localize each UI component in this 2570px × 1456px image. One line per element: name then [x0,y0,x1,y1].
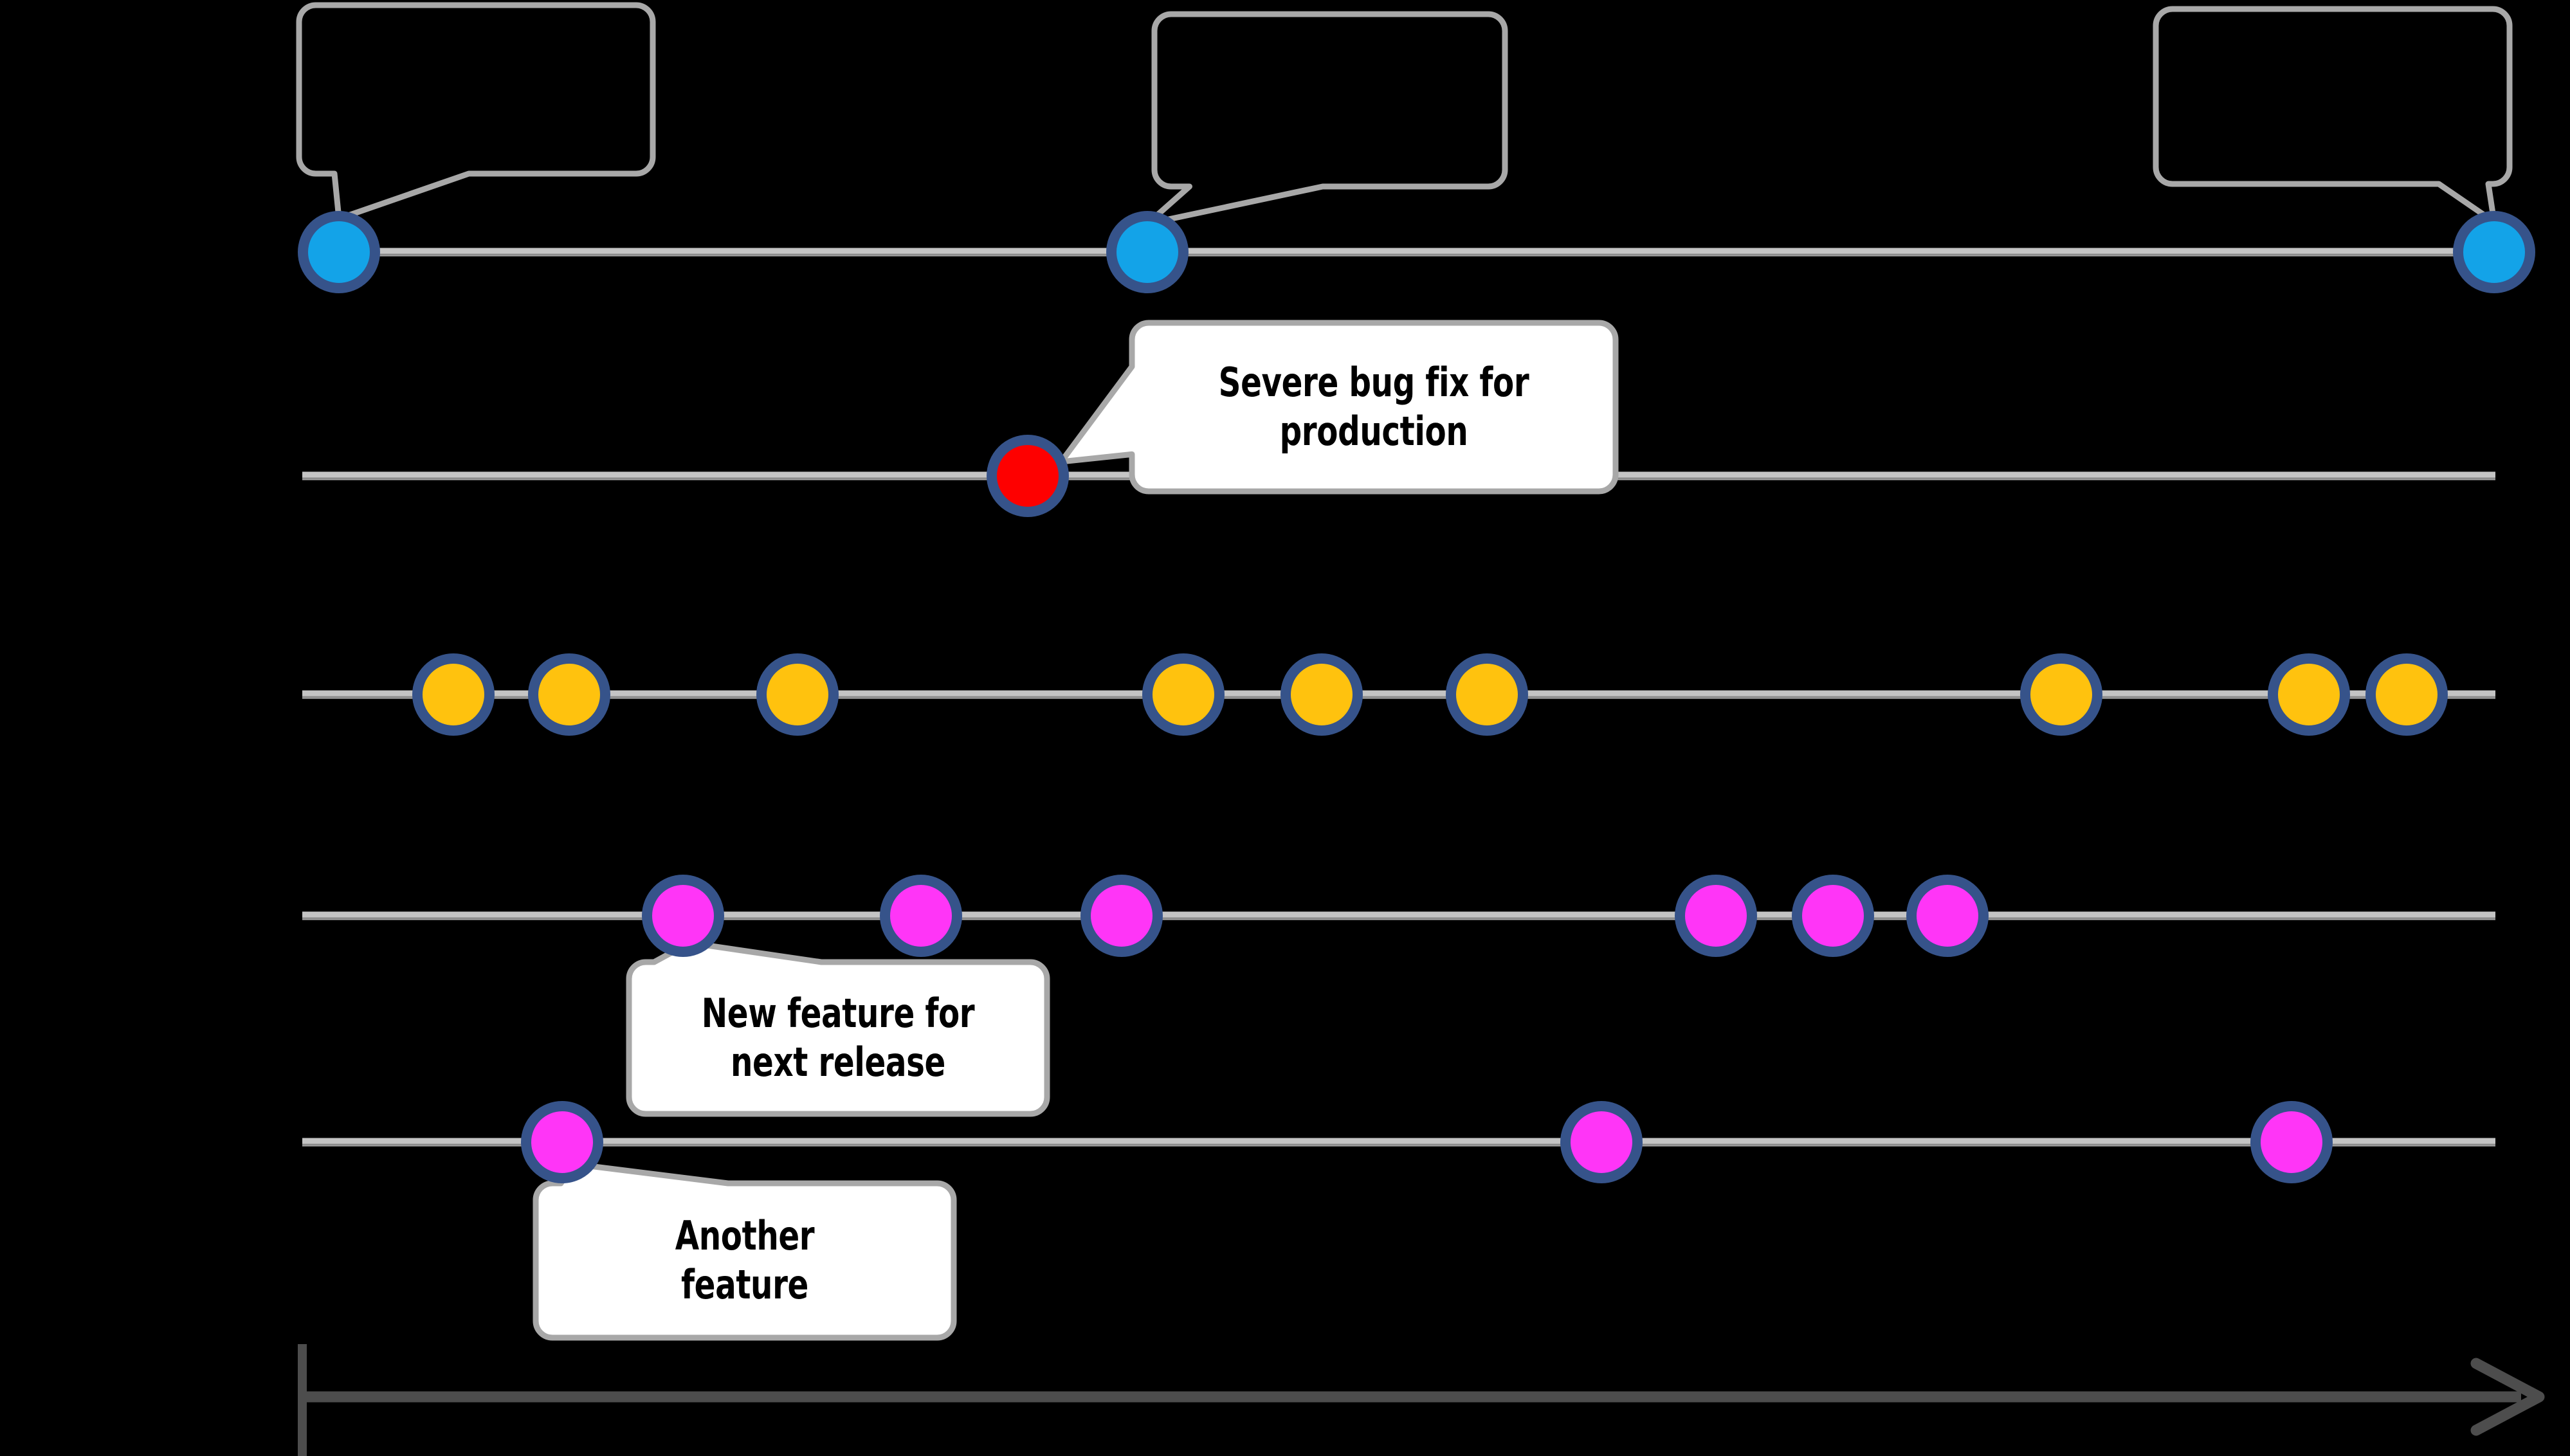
branch-feature-b [302,1138,2495,1147]
commit-magenta-5-circle[interactable] [1792,875,1874,957]
branch-feature-a [302,911,2495,920]
commit-magenta-4[interactable] [1675,875,1757,957]
commit-magenta-9[interactable] [2250,1101,2333,1183]
callout-hotfix-1[interactable] [1058,320,1619,495]
background [0,0,2570,1456]
commit-orange-2-circle[interactable] [528,653,610,736]
branch-develop [302,690,2495,699]
commit-magenta-7-circle[interactable] [521,1101,603,1183]
callout-feature-a-1[interactable] [626,940,1050,1117]
commit-blue-2[interactable] [1106,211,1189,293]
callout-feature-a-1-shape[interactable] [626,940,1050,1117]
commit-orange-8-circle[interactable] [2268,653,2350,736]
commit-blue-3-circle[interactable] [2453,211,2535,293]
commit-blue-1-circle[interactable] [298,211,380,293]
commit-orange-3[interactable] [756,653,839,736]
commit-magenta-3-circle[interactable] [1080,875,1163,957]
commit-orange-9[interactable] [2365,653,2448,736]
commit-blue-1[interactable] [298,211,380,293]
commit-magenta-5[interactable] [1792,875,1874,957]
commit-magenta-3[interactable] [1080,875,1163,957]
commit-orange-7[interactable] [2020,653,2102,736]
commit-orange-1[interactable] [412,653,495,736]
branch-timeline-svg [0,0,2570,1456]
commit-orange-3-circle[interactable] [756,653,839,736]
commit-orange-8[interactable] [2268,653,2350,736]
commit-orange-4[interactable] [1142,653,1225,736]
callout-hotfix-1-shape[interactable] [1058,320,1619,495]
commit-magenta-4-circle[interactable] [1675,875,1757,957]
commit-blue-3[interactable] [2453,211,2535,293]
commit-magenta-2[interactable] [880,875,962,957]
diagram-canvas: Severe bug fix for production New feature… [0,0,2570,1456]
callout-feature-b-1[interactable] [533,1161,957,1341]
commit-red-1-circle[interactable] [987,435,1069,517]
commit-magenta-1-circle[interactable] [642,875,724,957]
commit-orange-2[interactable] [528,653,610,736]
commit-magenta-8-circle[interactable] [1560,1101,1643,1183]
commit-magenta-1[interactable] [642,875,724,957]
commit-orange-4-circle[interactable] [1142,653,1225,736]
commit-orange-1-circle[interactable] [412,653,495,736]
commit-blue-2-circle[interactable] [1106,211,1189,293]
commit-magenta-6-circle[interactable] [1906,875,1989,957]
commit-red-1[interactable] [987,435,1069,517]
commit-orange-6-circle[interactable] [1446,653,1528,736]
commit-magenta-8[interactable] [1560,1101,1643,1183]
commit-orange-6[interactable] [1446,653,1528,736]
commit-magenta-2-circle[interactable] [880,875,962,957]
commit-magenta-9-circle[interactable] [2250,1101,2333,1183]
commit-orange-7-circle[interactable] [2020,653,2102,736]
commit-magenta-6[interactable] [1906,875,1989,957]
callout-feature-b-1-shape[interactable] [533,1161,957,1341]
commit-orange-9-circle[interactable] [2365,653,2448,736]
branch-master [302,248,2528,257]
commit-orange-5-circle[interactable] [1280,653,1363,736]
commit-orange-5[interactable] [1280,653,1363,736]
commit-magenta-7[interactable] [521,1101,603,1183]
